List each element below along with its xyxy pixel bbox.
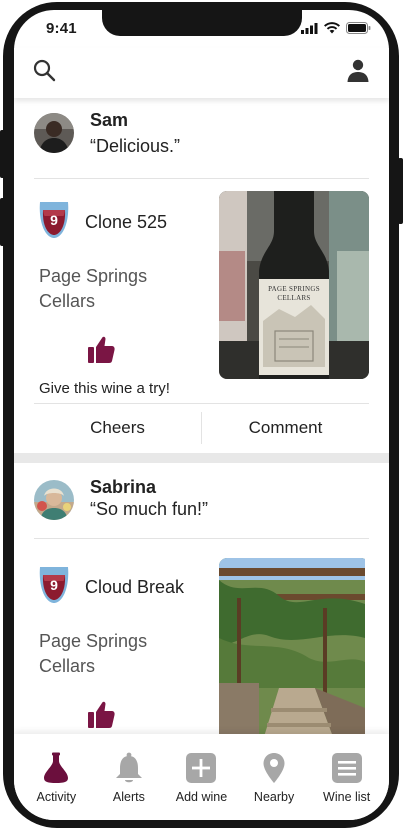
bottle-label-text: PAGE SPRINGS CELLARS: [268, 285, 320, 302]
post-comment: “Delicious.”: [90, 136, 181, 156]
location-pin-icon: [258, 752, 290, 784]
status-icons: [301, 22, 371, 34]
phone-side-button-left-top: [0, 130, 5, 178]
post-comment: “So much fun!”: [90, 499, 209, 519]
tab-nearby[interactable]: Nearby: [239, 734, 309, 820]
list-icon: [331, 752, 363, 784]
rating-value: 9: [50, 577, 58, 593]
person-icon[interactable]: [344, 56, 372, 84]
tab-label: Alerts: [112, 790, 145, 804]
wine-name[interactable]: Cloud Break: [85, 577, 184, 598]
wifi-icon: [324, 22, 340, 34]
post-card: Sabrina “So much fun!” 9 Cloud Break Pag…: [14, 463, 389, 734]
notch: [102, 10, 302, 36]
tab-wine-list[interactable]: Wine list: [312, 734, 382, 820]
avatar[interactable]: [34, 480, 74, 520]
battery-icon: [346, 22, 371, 34]
winery-name[interactable]: Page Springs Cellars: [39, 629, 189, 679]
bell-icon: [113, 752, 145, 784]
tab-label: Add wine: [175, 790, 228, 804]
signal-icon: [301, 22, 318, 34]
app-header: [14, 48, 389, 98]
divider: [34, 538, 369, 539]
tab-alerts[interactable]: Alerts: [94, 734, 164, 820]
post-card: Sam “Delicious.” 9 Clone 525 Page Spring…: [14, 98, 389, 453]
tab-add-wine[interactable]: Add wine: [166, 734, 236, 820]
rating-glass-icon: 9: [38, 565, 70, 605]
status-time: 9:41: [46, 20, 77, 37]
activity-feed[interactable]: Sam “Delicious.” 9 Clone 525 Page Spring…: [14, 98, 389, 734]
user-name[interactable]: Sabrina: [90, 477, 156, 498]
comment-button[interactable]: Comment: [202, 404, 369, 452]
wine-photo[interactable]: PAGE SPRINGS CELLARS: [219, 191, 369, 379]
plus-icon: [185, 752, 217, 784]
bottom-tab-bar: Activity Alerts Add wine Nearby Wine lis…: [14, 734, 389, 820]
thumbs-up-icon: [87, 700, 115, 730]
avatar[interactable]: [34, 113, 74, 153]
phone-side-button-right: [398, 158, 403, 224]
search-icon[interactable]: [30, 56, 58, 84]
tab-activity[interactable]: Activity: [21, 734, 91, 820]
user-name[interactable]: Sam: [90, 110, 128, 131]
decanter-icon: [40, 752, 72, 784]
tab-label: Activity: [36, 790, 77, 804]
phone-screen: 9:41 Sam “Delicious.” 9 Clone 525 Page S…: [14, 10, 389, 820]
phone-frame: 9:41 Sam “Delicious.” 9 Clone 525 Page S…: [0, 0, 403, 832]
rating-glass-icon: 9: [38, 200, 70, 240]
post-separator: [14, 453, 389, 463]
cheers-button[interactable]: Cheers: [34, 404, 201, 452]
tab-label: Wine list: [323, 790, 371, 804]
winery-photo[interactable]: [219, 558, 369, 734]
phone-side-button-left-bottom: [0, 198, 5, 246]
winery-name[interactable]: Page Springs Cellars: [39, 264, 189, 314]
recommendation-text: Give this wine a try!: [39, 380, 170, 397]
post-actions: Cheers Comment: [34, 403, 369, 452]
wine-name[interactable]: Clone 525: [85, 212, 167, 233]
thumbs-up-icon: [87, 335, 115, 365]
rating-value: 9: [50, 212, 58, 228]
tab-label: Nearby: [253, 790, 295, 804]
divider: [34, 178, 369, 179]
